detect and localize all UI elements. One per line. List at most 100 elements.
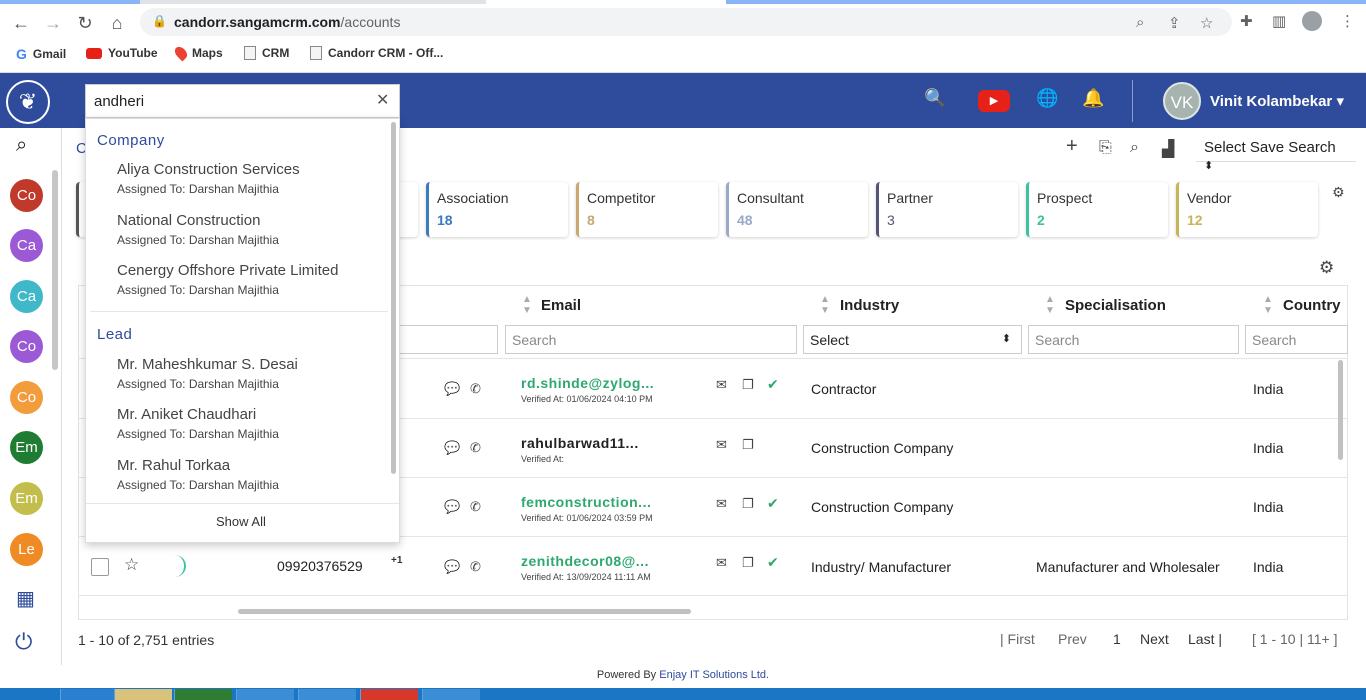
save-search-select[interactable]: Select Save Search ⬍ xyxy=(1196,134,1356,172)
home-icon[interactable]: ⌂ xyxy=(104,10,130,36)
user-menu[interactable]: Vinit Kolambekar ▾ xyxy=(1210,92,1344,110)
bookmark-crm[interactable]: CRM xyxy=(244,46,289,60)
search-result-name[interactable]: Mr. Maheshkumar S. Desai xyxy=(117,356,298,373)
search-result-name[interactable]: Mr. Aniket Chaudhari xyxy=(117,406,256,423)
pagination-prev[interactable]: Prev xyxy=(1058,631,1087,647)
bookmark-gmail[interactable]: G Gmail xyxy=(16,46,66,62)
card-prospect[interactable]: Prospect 2 xyxy=(1026,182,1168,237)
address-url[interactable]: candorr.sangamcrm.com/accounts xyxy=(174,14,400,30)
email-link[interactable]: rd.shinde@zylog... xyxy=(521,375,654,391)
global-search-input[interactable]: andheri xyxy=(85,84,400,118)
close-icon[interactable]: ✕ xyxy=(376,90,389,110)
bell-icon[interactable]: 🔔 xyxy=(1082,88,1104,109)
email-filter-input[interactable]: Search xyxy=(505,325,797,354)
bookmark-candorr[interactable]: Candorr CRM - Off... xyxy=(310,46,443,60)
whatsapp-icon[interactable]: ✆ xyxy=(470,381,481,397)
copy-icon[interactable]: ❐ xyxy=(742,437,754,453)
rail-avatar[interactable]: Co xyxy=(10,179,43,212)
sidepanel-icon[interactable]: ▥ xyxy=(1272,12,1286,30)
share-icon[interactable]: ⇪ xyxy=(1168,14,1181,32)
extensions-icon[interactable]: ✚ xyxy=(1240,12,1253,30)
tab-segment[interactable] xyxy=(486,0,726,4)
add-icon[interactable]: + xyxy=(1066,135,1078,158)
menu-kebab-icon[interactable]: ⋮ xyxy=(1340,12,1355,30)
profile-icon[interactable] xyxy=(1302,11,1322,31)
search-icon[interactable]: ⌕ xyxy=(16,134,27,157)
rail-avatar[interactable]: Em xyxy=(10,482,43,515)
search-result-name[interactable]: Aliya Construction Services xyxy=(117,161,300,178)
whatsapp-icon[interactable]: ✆ xyxy=(470,559,481,575)
import-icon[interactable]: ⎘ xyxy=(1099,139,1112,157)
tab-segment[interactable] xyxy=(726,0,1366,4)
whatsapp-icon[interactable]: ✆ xyxy=(470,440,481,456)
bookmark-star-icon[interactable]: ☆ xyxy=(1200,14,1213,32)
pagination-first[interactable]: | First xyxy=(1000,631,1035,647)
pagination-next[interactable]: Next xyxy=(1140,631,1169,647)
chart-icon[interactable]: ▟ xyxy=(1162,139,1174,159)
email-link[interactable]: femconstruction... xyxy=(521,494,651,510)
card-consultant[interactable]: Consultant 48 xyxy=(726,182,868,237)
whatsapp-icon[interactable]: ✆ xyxy=(470,499,481,515)
column-header-country[interactable]: Country xyxy=(1283,297,1341,314)
chat-icon[interactable]: 💬 xyxy=(444,381,460,397)
address-bar[interactable]: 🔒 candorr.sangamcrm.com/accounts ⌕ ⇪ ☆ xyxy=(140,8,1232,36)
globe-icon[interactable]: 🌐 xyxy=(1036,88,1058,109)
copy-icon[interactable]: ❐ xyxy=(742,377,754,393)
chat-icon[interactable]: 💬 xyxy=(444,499,460,515)
industry-filter-select[interactable]: Select ⬍ xyxy=(803,325,1022,354)
search-doc-icon[interactable]: 🔍 xyxy=(924,88,946,109)
column-header-email[interactable]: Email xyxy=(541,297,581,314)
rail-avatar[interactable]: Ca xyxy=(10,229,43,262)
intercom-icon[interactable]: ▦ xyxy=(16,586,35,611)
taskbar-item[interactable] xyxy=(60,689,118,700)
card-settings-icon[interactable]: ⚙ xyxy=(1332,184,1345,201)
zoom-icon[interactable]: ⌕ xyxy=(1136,14,1144,31)
horizontal-scrollbar[interactable] xyxy=(238,609,691,614)
dropdown-scrollbar[interactable] xyxy=(391,122,396,474)
rail-avatar[interactable]: Em xyxy=(10,431,43,464)
sort-icon[interactable]: ▲ ▼ xyxy=(1263,294,1273,316)
rail-avatar[interactable]: Co xyxy=(10,330,43,363)
mail-icon[interactable]: ✉ xyxy=(716,377,727,393)
taskbar-item[interactable] xyxy=(360,689,418,700)
country-filter-input[interactable]: Search xyxy=(1245,325,1348,354)
card-partner[interactable]: Partner 3 xyxy=(876,182,1018,237)
chat-icon[interactable]: 💬 xyxy=(444,440,460,456)
column-header-industry[interactable]: Industry xyxy=(840,297,899,314)
taskbar-item[interactable] xyxy=(236,689,294,700)
copy-icon[interactable]: ❐ xyxy=(742,496,754,512)
mail-icon[interactable]: ✉ xyxy=(716,496,727,512)
star-icon[interactable]: ☆ xyxy=(124,555,139,575)
card-competitor[interactable]: Competitor 8 xyxy=(576,182,718,237)
tab-segment[interactable] xyxy=(0,0,140,4)
powered-company-link[interactable]: Enjay IT Solutions Ltd. xyxy=(659,669,769,681)
power-icon[interactable]: ⏻ xyxy=(15,629,32,655)
vertical-scrollbar[interactable] xyxy=(1338,360,1343,460)
search-result-name[interactable]: Cenergy Offshore Private Limited xyxy=(117,262,339,279)
copy-icon[interactable]: ❐ xyxy=(742,555,754,571)
card-vendor[interactable]: Vendor 12 xyxy=(1176,182,1318,237)
sort-icon[interactable]: ▲ ▼ xyxy=(522,294,532,316)
rail-avatar[interactable]: Co xyxy=(10,381,43,414)
column-header-specialisation[interactable]: Specialisation xyxy=(1065,297,1166,314)
sort-icon[interactable]: ▲ ▼ xyxy=(820,294,830,316)
chat-icon[interactable]: 💬 xyxy=(444,559,460,575)
taskbar-item[interactable] xyxy=(114,689,172,700)
mail-icon[interactable]: ✉ xyxy=(716,437,727,453)
search-icon[interactable]: ⌕ xyxy=(1130,139,1139,157)
rail-avatar[interactable]: Le xyxy=(10,533,43,566)
mail-icon[interactable]: ✉ xyxy=(716,555,727,571)
forward-icon[interactable]: → xyxy=(40,10,66,36)
row-checkbox[interactable] xyxy=(91,558,109,576)
sort-icon[interactable]: ▲ ▼ xyxy=(1045,294,1055,316)
email-link[interactable]: rahulbarwad11... xyxy=(521,435,639,451)
pagination-last[interactable]: Last | xyxy=(1188,631,1222,647)
avatar[interactable]: VK xyxy=(1163,82,1201,120)
card-association[interactable]: Association 18 xyxy=(426,182,568,237)
bookmark-maps[interactable]: Maps xyxy=(172,44,223,62)
bookmark-youtube[interactable]: YouTube xyxy=(86,46,158,60)
reload-icon[interactable]: ↻ xyxy=(72,10,98,36)
phone-extra-badge[interactable]: +1 xyxy=(391,555,402,566)
phone-cell[interactable]: 09920376529 xyxy=(277,558,363,574)
back-icon[interactable]: ← xyxy=(8,10,34,36)
